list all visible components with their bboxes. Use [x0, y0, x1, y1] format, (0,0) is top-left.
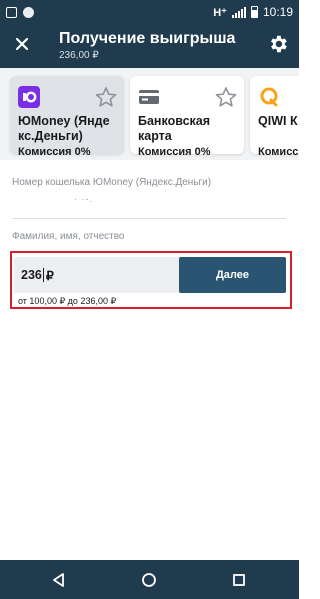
method-card-yoomoney[interactable]: ЮMoney (Янде кс.Деньги) Комиссия 0% [10, 76, 124, 158]
recents-square-icon [233, 574, 245, 586]
method-card-bank-card[interactable]: Банковская карта Комиссия 0% [130, 76, 244, 158]
method-fee: Комиссия [258, 146, 299, 158]
method-name: QIWI К [258, 114, 298, 128]
method-name: Банковская карта [138, 114, 211, 143]
wallet-number-label: Номер кошелька ЮMoney (Яндекс.Деньги) [12, 177, 212, 188]
favorite-star-icon[interactable] [94, 86, 118, 108]
page-subtitle-amount: 236,00 ₽ [59, 50, 99, 61]
back-triangle-icon [53, 573, 64, 587]
payment-methods-strip: ЮMoney (Янде кс.Деньги) Комиссия 0% Банк… [0, 68, 299, 160]
amount-range-hint: от 100,00 ₽ до 236,00 ₽ [18, 296, 117, 306]
status-bar: H⁺ 10:19 [0, 0, 299, 24]
amount-highlight-box: 236 ₽ Далее от 100,00 ₽ до 236,00 ₽ [10, 251, 292, 309]
method-fee: Комиссия 0% [138, 146, 211, 158]
method-card-qiwi[interactable]: QIWI К Комиссия [250, 76, 299, 158]
app-header: Получение выигрыша 236,00 ₽ [0, 24, 299, 68]
page-title: Получение выигрыша [59, 30, 236, 47]
divider [12, 218, 286, 219]
network-type: H⁺ [213, 6, 227, 19]
settings-button[interactable] [267, 33, 289, 55]
gear-icon [271, 35, 287, 53]
home-button[interactable] [139, 570, 159, 590]
text-caret [42, 268, 44, 282]
close-button[interactable] [10, 32, 34, 56]
favorite-star-icon[interactable] [214, 86, 238, 108]
back-button[interactable] [49, 570, 69, 590]
next-button[interactable]: Далее [179, 257, 286, 293]
home-circle-icon [142, 573, 156, 587]
recents-button[interactable] [229, 570, 249, 590]
wallet-number-input[interactable]: · ·-. [74, 194, 93, 204]
method-fee: Комиссия 0% [18, 146, 91, 158]
yoomoney-logo-icon [18, 86, 40, 108]
amount-input[interactable]: 236 ₽ [14, 257, 180, 293]
status-time: 10:19 [262, 5, 293, 19]
amount-value: 236 [21, 268, 42, 282]
battery-icon [250, 6, 258, 18]
currency-sign: ₽ [45, 268, 54, 283]
system-nav-bar [0, 560, 299, 599]
signal-icon [231, 6, 246, 18]
bank-card-icon [139, 90, 159, 104]
close-icon [15, 37, 29, 51]
qiwi-logo-icon [260, 87, 278, 107]
app-notification-icon [23, 6, 34, 18]
notification-icon [6, 6, 17, 18]
method-name: ЮMoney (Янде кс.Деньги) [18, 114, 110, 143]
full-name-label[interactable]: Фамилия, имя, отчество [12, 231, 125, 242]
